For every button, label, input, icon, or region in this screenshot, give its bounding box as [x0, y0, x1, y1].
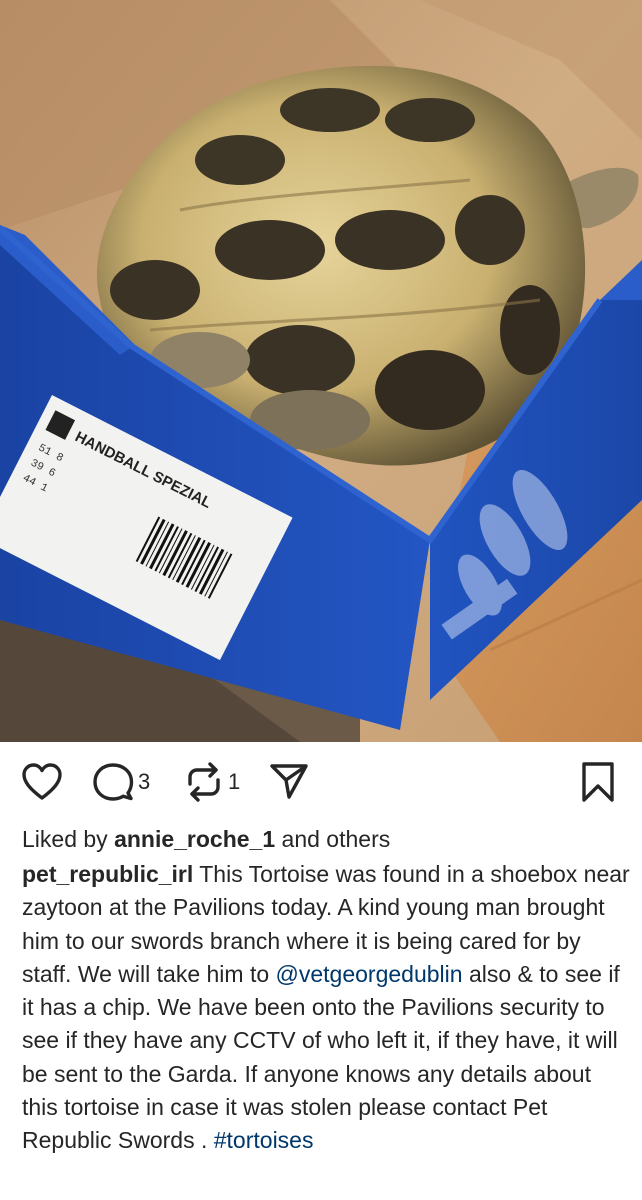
- liked-by-suffix[interactable]: and others: [275, 826, 391, 852]
- liked-by-user-link[interactable]: annie_roche_1: [114, 826, 275, 852]
- like-button[interactable]: [20, 760, 64, 804]
- paper-plane-icon: [270, 764, 308, 799]
- comment-count: 3: [138, 769, 151, 794]
- tortoise-photo: HANDBALL SPEZIAL 51 8 39 6 44 1: [0, 0, 642, 742]
- post-action-bar: 3 1: [0, 742, 642, 820]
- bookmark-icon: [582, 762, 614, 802]
- comment-bubble-icon: [93, 763, 134, 801]
- post-photo[interactable]: HANDBALL SPEZIAL 51 8 39 6 44 1: [0, 0, 642, 742]
- caption-mention-link[interactable]: @vetgeorgedublin: [276, 961, 463, 987]
- comment-button[interactable]: 3: [92, 760, 150, 804]
- repost-arrows-icon: [188, 762, 220, 802]
- caption-hashtag-link[interactable]: #tortoises: [214, 1127, 314, 1153]
- liked-by-line: Liked by annie_roche_1 and others: [22, 822, 390, 856]
- share-button[interactable]: [268, 760, 310, 804]
- repost-button[interactable]: 1: [184, 760, 240, 804]
- liked-by-prefix: Liked by: [22, 826, 115, 852]
- repost-count: 1: [228, 769, 241, 794]
- save-button[interactable]: [578, 760, 618, 804]
- caption-text-part2: also & to see if it has a chip. We have …: [22, 960, 620, 1154]
- post-caption: pet_republic_irl This Tortoise was found…: [22, 858, 630, 1158]
- heart-outline-icon: [22, 763, 62, 800]
- caption-username[interactable]: pet_republic_irl: [22, 861, 193, 887]
